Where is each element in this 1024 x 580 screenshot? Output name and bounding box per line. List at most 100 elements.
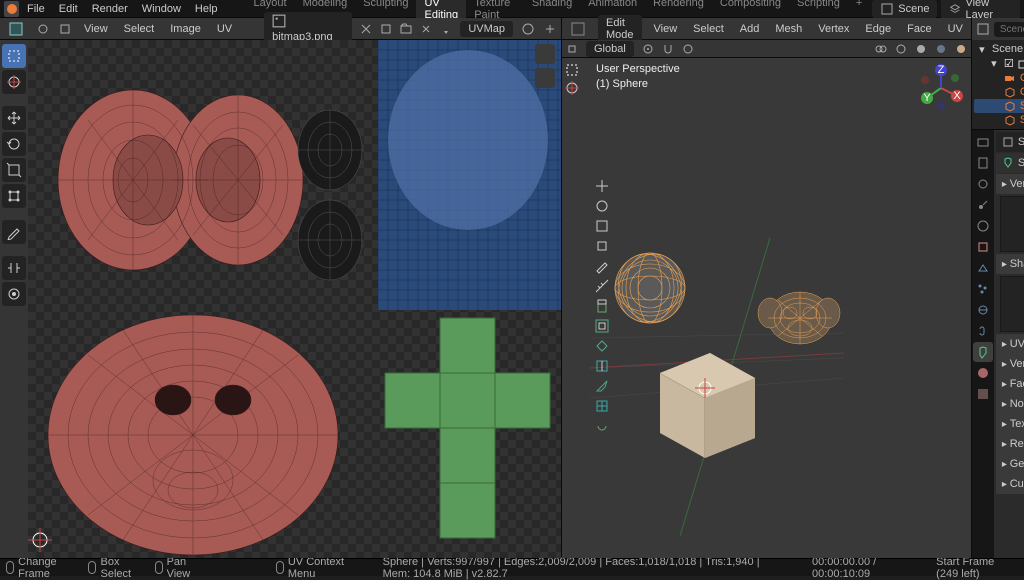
viewport-canvas[interactable]: User Perspective (1) Sphere (590, 58, 971, 558)
ptab-texture[interactable] (973, 384, 993, 404)
vp-tool-transform[interactable] (594, 238, 616, 254)
ptab-material[interactable] (973, 363, 993, 383)
section-custom-properties[interactable]: ▸ Custom Properties (996, 474, 1024, 494)
tool-select-box[interactable] (2, 44, 26, 68)
zoom-icon[interactable] (535, 44, 555, 64)
orientation-selector[interactable]: Global (586, 41, 634, 57)
image-unlink-icon[interactable] (360, 23, 372, 35)
navigation-gizmo[interactable]: X Y Z (917, 64, 965, 112)
section-vertex-colors[interactable]: ▸ Vertex Colors (996, 354, 1024, 374)
vp-tool-rotate[interactable] (594, 198, 616, 214)
mode-selector[interactable]: Edit Mode (598, 15, 642, 43)
tool-transform[interactable] (2, 184, 26, 208)
viewport-header-add[interactable]: Add (736, 22, 764, 36)
snap-magnet-icon[interactable] (662, 43, 674, 55)
ptab-object[interactable] (973, 237, 993, 257)
ptab-viewlayer[interactable] (973, 174, 993, 194)
breadcrumb-object[interactable]: Sphere (1018, 136, 1024, 148)
uv-header-uv[interactable]: UV (213, 22, 236, 36)
ptab-render[interactable] (973, 132, 993, 152)
vp-tool-scale[interactable] (594, 218, 616, 234)
tool-rotate[interactable] (2, 132, 26, 156)
viewport-header-view[interactable]: View (650, 22, 682, 36)
vp-tool-polybuild[interactable] (594, 398, 616, 414)
vp-tool-inset[interactable] (594, 318, 616, 334)
tool-scale[interactable] (2, 158, 26, 182)
ptab-constraints[interactable] (973, 321, 993, 341)
snap-icon[interactable] (566, 43, 578, 55)
outliner-type-icon[interactable] (976, 22, 990, 36)
uv-select-mode-icon[interactable] (58, 22, 72, 36)
ptab-output[interactable] (973, 153, 993, 173)
mesh-name-field[interactable]: Sphere (996, 153, 1024, 173)
viewport-header-mesh[interactable]: Mesh (771, 22, 806, 36)
viewport-header-vertex[interactable]: Vertex (814, 22, 853, 36)
uv-sync-icon[interactable] (36, 22, 50, 36)
pivot-icon[interactable] (642, 43, 654, 55)
tool-annotate[interactable] (2, 220, 26, 244)
tool-grab[interactable] (2, 282, 26, 306)
shading-material-icon[interactable] (935, 43, 947, 55)
section-vertex-groups[interactable]: ▸ Vertex Groups (996, 174, 1024, 194)
uv-display-icon[interactable] (521, 22, 535, 36)
vp-tool-measure[interactable] (594, 278, 616, 294)
shape-keys-list[interactable]: + (1000, 276, 1024, 332)
scene-selector[interactable]: Scene (872, 0, 937, 18)
viewport-header-select[interactable]: Select (689, 22, 728, 36)
tool-rip[interactable] (2, 256, 26, 280)
app-logo-icon[interactable] (4, 1, 19, 17)
menu-file[interactable]: File (21, 1, 51, 17)
viewport-header-face[interactable]: Face (903, 22, 935, 36)
menu-window[interactable]: Window (136, 1, 187, 17)
uv-header-image[interactable]: Image (166, 22, 205, 36)
viewport-header-uv[interactable]: UV (944, 22, 967, 36)
vp-tool-knife[interactable] (594, 378, 616, 394)
menu-render[interactable]: Render (86, 1, 134, 17)
pin-icon[interactable] (440, 23, 452, 35)
outliner-item-suzanne[interactable]: Suzanne (974, 113, 1024, 127)
vp-tool-extrude[interactable] (594, 298, 616, 314)
vp-tool-cursor[interactable] (564, 80, 588, 96)
section-face-maps[interactable]: ▸ Face Maps (996, 374, 1024, 394)
uv-options-icon[interactable] (543, 22, 557, 36)
outliner-collection[interactable]: ▾ ☑ Collection (974, 56, 1024, 71)
shading-solid-icon[interactable] (915, 43, 927, 55)
image-close-icon[interactable] (420, 23, 432, 35)
vertex-groups-list[interactable]: + (1000, 196, 1024, 252)
section-remesh[interactable]: ▸ Remesh (996, 434, 1024, 454)
image-new-icon[interactable] (380, 23, 392, 35)
ptab-world[interactable] (973, 216, 993, 236)
uv-header-view[interactable]: View (80, 22, 112, 36)
outliner-item-sphere[interactable]: Sphere (974, 99, 1024, 113)
viewport-type-selector[interactable] (566, 20, 590, 38)
tool-move[interactable] (2, 106, 26, 130)
outliner-item-cube[interactable]: Cube (974, 85, 1024, 99)
outliner-scene-collection[interactable]: ▾ Scene Collection (974, 42, 1024, 56)
shading-wireframe-icon[interactable] (895, 43, 907, 55)
section-normals[interactable]: ▸ Normals (996, 394, 1024, 414)
ptab-particles[interactable] (973, 279, 993, 299)
ptab-physics[interactable] (973, 300, 993, 320)
menu-help[interactable]: Help (189, 1, 224, 17)
vp-tool-move[interactable] (594, 178, 616, 194)
vp-tool-loopcut[interactable] (594, 358, 616, 374)
outliner-search[interactable] (994, 22, 1024, 37)
overlay-icon[interactable] (875, 43, 887, 55)
uv-header-select[interactable]: Select (120, 22, 159, 36)
vp-tool-annotate[interactable] (594, 258, 616, 274)
section-geometry-data[interactable]: ▸ Geometry Data (996, 454, 1024, 474)
uv-canvas[interactable] (28, 40, 561, 558)
section-uv-maps[interactable]: ▸ UV Maps (996, 334, 1024, 354)
menu-edit[interactable]: Edit (53, 1, 84, 17)
section-shape-keys[interactable]: ▸ Shape Keys (996, 254, 1024, 274)
outliner-item-camera[interactable]: Camera (974, 71, 1024, 85)
shading-rendered-icon[interactable] (955, 43, 967, 55)
proportional-icon[interactable] (682, 43, 694, 55)
tool-cursor[interactable] (2, 70, 26, 94)
editor-type-selector[interactable] (4, 20, 28, 38)
viewport-header-edge[interactable]: Edge (861, 22, 895, 36)
ptab-scene[interactable] (973, 195, 993, 215)
vp-tool-bevel[interactable] (594, 338, 616, 354)
pan-icon[interactable] (535, 68, 555, 88)
ptab-data[interactable] (973, 342, 993, 362)
